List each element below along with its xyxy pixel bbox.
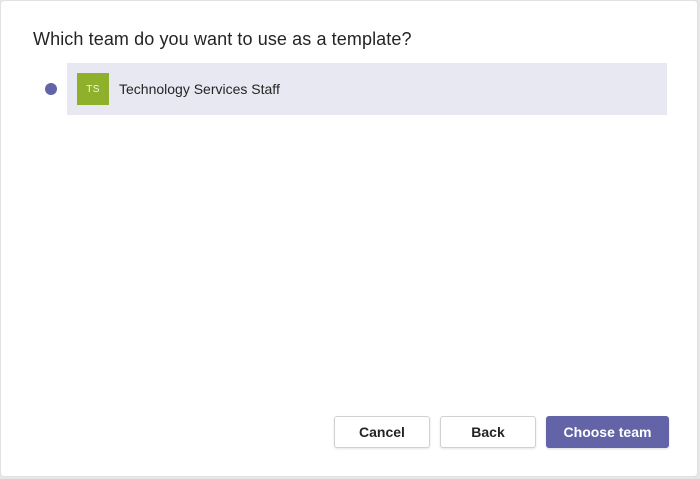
dialog-footer: Cancel Back Choose team (1, 416, 699, 448)
radio-selected-icon[interactable] (45, 83, 57, 95)
team-list: TS Technology Services Staff (37, 63, 667, 115)
team-avatar: TS (77, 73, 109, 105)
back-button[interactable]: Back (440, 416, 536, 448)
template-team-dialog: Which team do you want to use as a templ… (0, 0, 698, 477)
team-row[interactable]: TS Technology Services Staff (67, 63, 667, 115)
choose-team-button[interactable]: Choose team (546, 416, 669, 448)
team-option-technology-services-staff[interactable]: TS Technology Services Staff (37, 63, 667, 115)
team-name: Technology Services Staff (119, 81, 280, 97)
cancel-button[interactable]: Cancel (334, 416, 430, 448)
dialog-title: Which team do you want to use as a templ… (33, 29, 412, 49)
